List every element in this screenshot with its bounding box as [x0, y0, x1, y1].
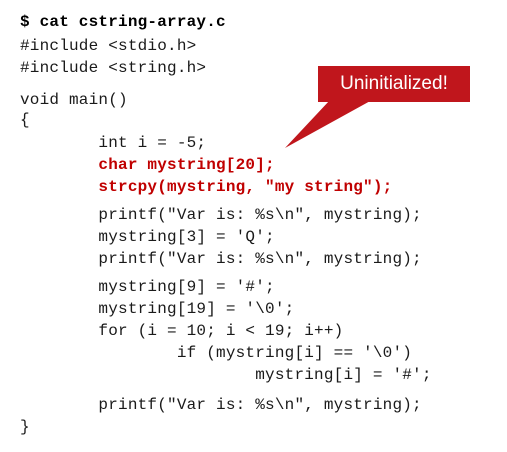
code-line-assign-null: mystring[19] = '\0';	[20, 300, 295, 318]
code-line-close-brace: }	[20, 418, 30, 436]
code-line-printf-1: printf("Var is: %s\n", mystring);	[20, 206, 422, 224]
code-line-strcpy: strcpy(mystring, "my string");	[20, 178, 393, 196]
code-line-printf-2: printf("Var is: %s\n", mystring);	[20, 250, 422, 268]
callout-text: Uninitialized!	[340, 73, 448, 94]
code-line-assign-hash: mystring[9] = '#';	[20, 278, 275, 296]
code-line-include-string: #include <string.h>	[20, 59, 207, 77]
code-line-int-i: int i = -5;	[20, 134, 207, 152]
uninitialized-callout: Uninitialized!	[318, 66, 470, 102]
code-line-include-stdio: #include <stdio.h>	[20, 37, 197, 55]
code-line-char-mystring: char mystring[20];	[20, 156, 275, 174]
code-line-if-null: if (mystring[i] == '\0')	[20, 344, 413, 362]
code-line-printf-3: printf("Var is: %s\n", mystring);	[20, 396, 422, 414]
code-line-open-brace: {	[20, 111, 30, 129]
code-line-for-loop: for (i = 10; i < 19; i++)	[20, 322, 344, 340]
code-line-assign-hash-loop: mystring[i] = '#';	[20, 366, 432, 384]
code-line-assign-q: mystring[3] = 'Q';	[20, 228, 275, 246]
code-line-main-signature: void main()	[20, 91, 128, 109]
terminal-command: $ cat cstring-array.c	[20, 13, 226, 31]
